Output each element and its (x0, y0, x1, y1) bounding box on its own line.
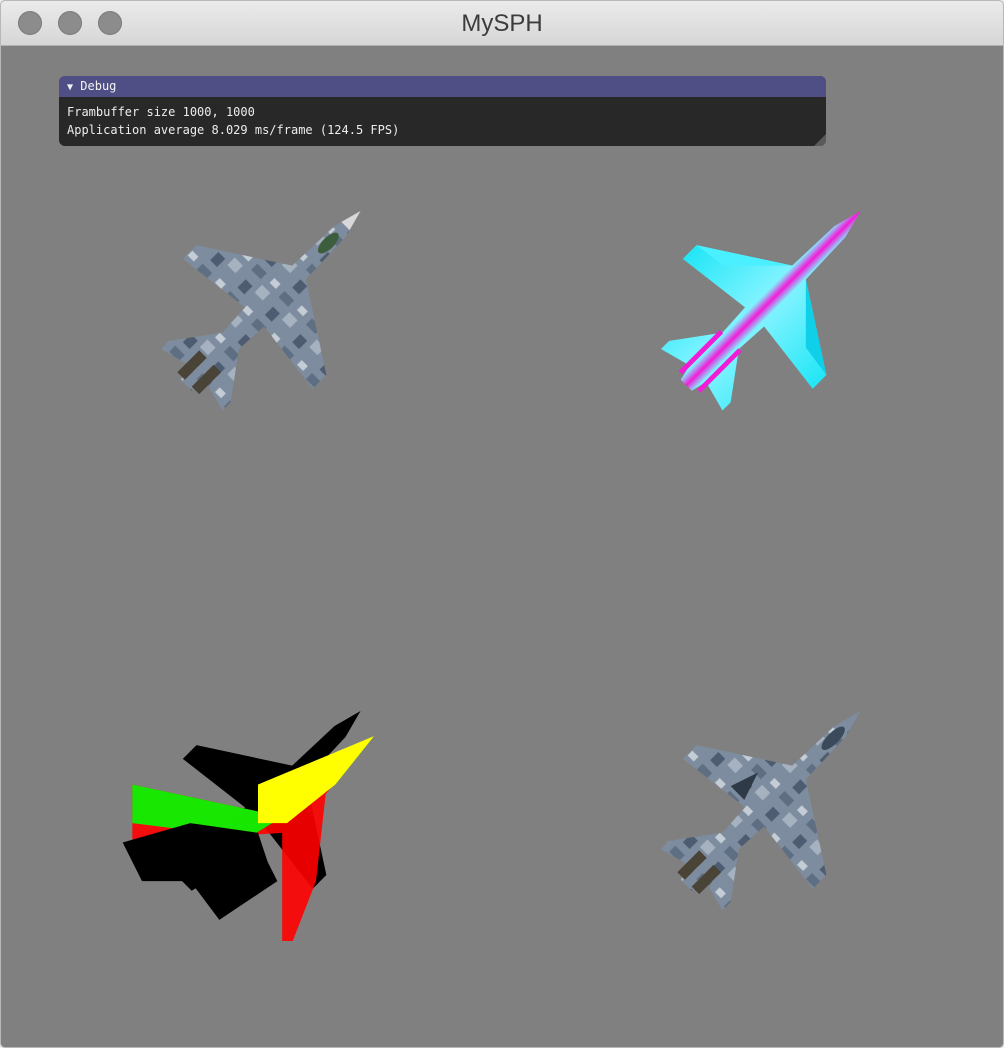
debug-panel-title: Debug (80, 79, 117, 93)
jet-textured-top-left (160, 210, 361, 411)
jet-uv-bottom-left (122, 710, 374, 941)
title-bar: MySPH (1, 1, 1003, 46)
debug-panel[interactable]: ▼ Debug Frambuffer size 1000, 1000 Appli… (59, 76, 826, 146)
triangle-down-icon[interactable]: ▼ (67, 82, 73, 93)
app-window: MySPH ▼ Debug Frambuffer size 1000, 1000… (0, 0, 1004, 1048)
debug-panel-body: Frambuffer size 1000, 1000 Application a… (59, 97, 826, 145)
debug-panel-header[interactable]: ▼ Debug (59, 76, 826, 97)
jet-textured-bottom-right (660, 710, 861, 911)
frame-time-text: Application average 8.029 ms/frame (124.… (67, 123, 400, 137)
window-title: MySPH (461, 10, 543, 37)
framebuffer-size-text: Frambuffer size 1000, 1000 (67, 105, 255, 119)
jet-normals-top-right (660, 210, 861, 411)
render-viewport[interactable]: ▼ Debug Frambuffer size 1000, 1000 Appli… (1, 46, 1003, 1047)
resize-grip[interactable] (814, 134, 826, 146)
